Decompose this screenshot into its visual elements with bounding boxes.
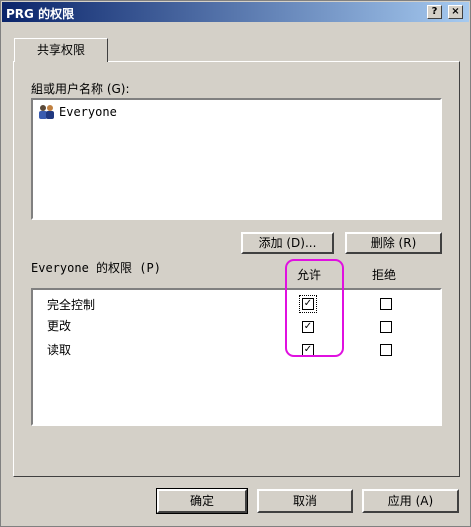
users-label: 組或用户名称 (G): [31,82,130,96]
add-button[interactable]: 添加 (D)... [241,232,334,254]
ok-button[interactable]: 确定 [156,488,248,514]
apply-button[interactable]: 应用 (A) [362,489,459,513]
deny-full-control-checkbox[interactable] [380,298,392,310]
close-button[interactable]: × [448,5,463,19]
permission-name: 读取 [47,343,72,357]
cancel-button[interactable]: 取消 [257,489,353,513]
help-button[interactable]: ? [427,5,442,19]
remove-button[interactable]: 删除 (R) [345,232,442,254]
allow-column-highlight [285,259,344,357]
deny-read-checkbox[interactable] [380,344,392,356]
tab-share-permissions[interactable]: 共享权限 [14,38,108,62]
users-listbox[interactable]: Everyone [31,98,442,220]
deny-column-header: 拒绝 [372,268,397,282]
permission-row-read: 读取 [47,341,71,358]
permission-name: 更改 [47,319,72,333]
window-title: PRG 的权限 [6,7,75,21]
permissions-dialog: PRG 的权限 ? × 共享权限 組或用户名称 (G): Everyone 添加… [0,0,471,527]
users-group-icon [37,104,57,120]
title-bar[interactable]: PRG 的权限 ? × [2,2,469,22]
permission-row-full-control: 完全控制 [47,296,95,313]
permission-row-change: 更改 [47,317,71,334]
deny-change-checkbox[interactable] [380,321,392,333]
permission-name: 完全控制 [47,298,96,312]
permissions-label: Everyone 的权限 (P) [31,261,161,275]
user-name: Everyone [59,105,117,119]
